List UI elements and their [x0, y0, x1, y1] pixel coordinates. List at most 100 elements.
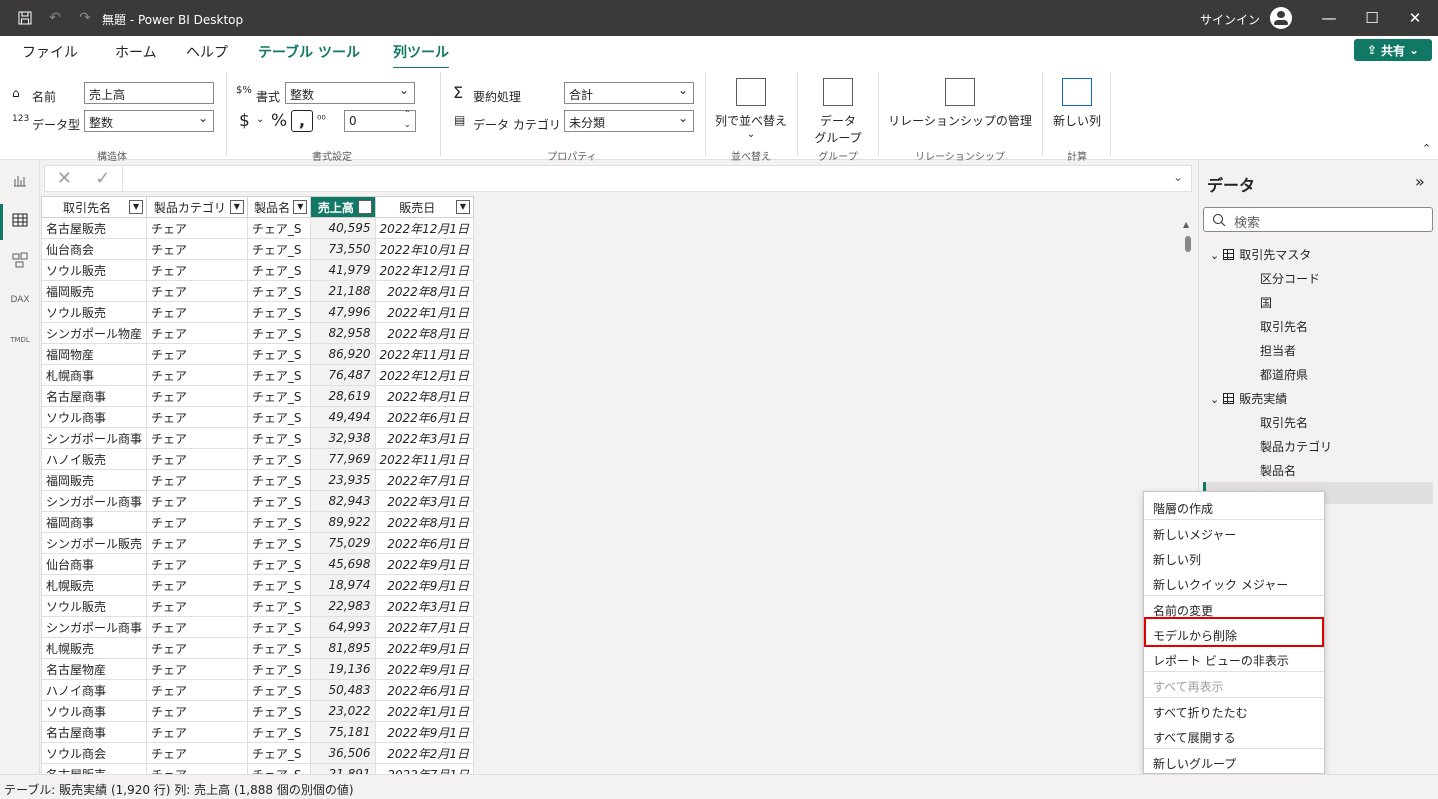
- table-cell[interactable]: 73,550: [310, 238, 376, 260]
- table-cell[interactable]: 28,619: [310, 385, 376, 407]
- table-cell[interactable]: 89,922: [310, 511, 376, 533]
- column-header[interactable]: 製品カテゴリ ▼: [146, 196, 248, 218]
- table-cell[interactable]: 2022年3月1日: [374, 595, 474, 617]
- table-cell[interactable]: チェア: [146, 700, 248, 722]
- table-cell[interactable]: 2022年8月1日: [374, 322, 474, 344]
- table-node[interactable]: ⌄ 販売実績: [1210, 390, 1287, 407]
- table-cell[interactable]: 45,698: [310, 553, 376, 575]
- table-cell[interactable]: チェア_S: [246, 385, 312, 407]
- table-cell[interactable]: ソウル商会: [41, 742, 148, 764]
- table-cell[interactable]: チェア_S: [246, 595, 312, 617]
- table-cell[interactable]: チェア_S: [246, 490, 312, 512]
- table-cell[interactable]: 2022年11月1日: [374, 343, 474, 365]
- table-cell[interactable]: チェア_S: [246, 238, 312, 260]
- table-cell[interactable]: 64,993: [310, 616, 376, 638]
- scroll-up-icon[interactable]: ▲: [1183, 220, 1189, 229]
- table-cell[interactable]: 仙台商会: [41, 238, 148, 260]
- column-filter-icon[interactable]: ▼: [357, 200, 372, 214]
- table-cell[interactable]: チェア: [146, 343, 248, 365]
- table-cell[interactable]: 仙台商事: [41, 553, 148, 575]
- field-item[interactable]: 都道府県: [1260, 366, 1308, 383]
- table-cell[interactable]: ハノイ販売: [41, 448, 148, 470]
- field-item[interactable]: 取引先名: [1260, 414, 1308, 431]
- manage-relationships-button[interactable]: リレーションシップの管理: [884, 78, 1036, 129]
- table-cell[interactable]: 名古屋商事: [41, 721, 148, 743]
- table-cell[interactable]: 2022年12月1日: [374, 364, 474, 386]
- context-menu-item[interactable]: すべて展開する: [1144, 723, 1324, 748]
- table-cell[interactable]: チェア: [146, 322, 248, 344]
- signin-link[interactable]: サインイン: [1200, 11, 1260, 28]
- table-cell[interactable]: 23,022: [310, 700, 376, 722]
- decimal-spinner-icon[interactable]: ⌃ ⌄: [404, 108, 411, 130]
- table-cell[interactable]: 50,483: [310, 679, 376, 701]
- table-cell[interactable]: 32,938: [310, 427, 376, 449]
- table-cell[interactable]: 2022年9月1日: [374, 721, 474, 743]
- tab-home[interactable]: ホーム: [115, 42, 157, 62]
- table-cell[interactable]: チェア_S: [246, 658, 312, 680]
- table-cell[interactable]: チェア_S: [246, 721, 312, 743]
- table-cell[interactable]: チェア_S: [246, 637, 312, 659]
- column-filter-icon[interactable]: ▼: [456, 200, 470, 214]
- table-cell[interactable]: チェア: [146, 364, 248, 386]
- table-cell[interactable]: 札幌販売: [41, 574, 148, 596]
- table-cell[interactable]: 22,983: [310, 595, 376, 617]
- name-input[interactable]: 売上高: [84, 82, 214, 104]
- search-input[interactable]: 検索: [1203, 207, 1433, 232]
- field-item[interactable]: 区分コード: [1260, 270, 1320, 287]
- table-cell[interactable]: 47,996: [310, 301, 376, 323]
- category-select[interactable]: 未分類: [564, 110, 694, 132]
- comma-style-button[interactable]: ,: [291, 110, 313, 132]
- table-cell[interactable]: 2022年11月1日: [374, 448, 474, 470]
- table-cell[interactable]: 19,136: [310, 658, 376, 680]
- formula-bar[interactable]: ✕ ✓ ⌄: [44, 165, 1192, 192]
- tab-table-tools[interactable]: テーブル ツール: [258, 42, 360, 62]
- table-cell[interactable]: チェア_S: [246, 280, 312, 302]
- field-item[interactable]: 製品カテゴリ: [1260, 438, 1332, 455]
- table-cell[interactable]: 23,935: [310, 469, 376, 491]
- table-cell[interactable]: 75,181: [310, 721, 376, 743]
- table-cell[interactable]: 36,506: [310, 742, 376, 764]
- table-cell[interactable]: チェア_S: [246, 679, 312, 701]
- table-cell[interactable]: チェア: [146, 406, 248, 428]
- table-cell[interactable]: チェア_S: [246, 448, 312, 470]
- table-cell[interactable]: チェア: [146, 469, 248, 491]
- table-cell[interactable]: 2022年9月1日: [374, 574, 474, 596]
- table-cell[interactable]: 82,943: [310, 490, 376, 512]
- table-cell[interactable]: 2022年3月1日: [374, 490, 474, 512]
- currency-button[interactable]: $: [239, 111, 250, 131]
- column-header[interactable]: 製品名 ▼: [246, 196, 312, 218]
- user-avatar-icon[interactable]: [1270, 7, 1292, 29]
- table-cell[interactable]: チェア_S: [246, 742, 312, 764]
- field-item[interactable]: 取引先名: [1260, 318, 1308, 335]
- table-cell[interactable]: 2022年6月1日: [374, 406, 474, 428]
- cancel-formula-icon[interactable]: ✕: [57, 168, 72, 189]
- table-cell[interactable]: 2022年12月1日: [374, 259, 474, 281]
- column-filter-icon[interactable]: ▼: [229, 200, 244, 214]
- table-cell[interactable]: チェア_S: [246, 469, 312, 491]
- table-cell[interactable]: 札幌販売: [41, 637, 148, 659]
- table-cell[interactable]: 18,974: [310, 574, 376, 596]
- dax-query-view-icon[interactable]: DAX: [10, 290, 30, 310]
- table-cell[interactable]: チェア_S: [246, 511, 312, 533]
- table-cell[interactable]: 2022年1月1日: [374, 700, 474, 722]
- table-cell[interactable]: チェア: [146, 301, 248, 323]
- table-cell[interactable]: チェア_S: [246, 574, 312, 596]
- table-cell[interactable]: チェア: [146, 637, 248, 659]
- column-header[interactable]: 売上高 ▼: [310, 196, 376, 218]
- table-cell[interactable]: チェア: [146, 763, 248, 774]
- table-cell[interactable]: チェア_S: [246, 427, 312, 449]
- table-cell[interactable]: 名古屋販売: [41, 217, 148, 239]
- decimal-places-icon[interactable]: ⁰⁰: [317, 113, 326, 126]
- table-cell[interactable]: チェア: [146, 280, 248, 302]
- table-cell[interactable]: 2022年12月1日: [374, 217, 474, 239]
- table-cell[interactable]: 福岡物産: [41, 343, 148, 365]
- chevron-down-icon[interactable]: ⌄: [1210, 249, 1219, 262]
- context-menu-item[interactable]: 新しいグループ: [1144, 749, 1324, 774]
- tab-help[interactable]: ヘルプ: [186, 42, 228, 62]
- maximize-button[interactable]: ☐: [1357, 6, 1387, 30]
- table-cell[interactable]: 名古屋販売: [41, 763, 148, 774]
- currency-chevron-icon[interactable]: ⌄: [256, 114, 264, 125]
- table-cell[interactable]: 81,895: [310, 637, 376, 659]
- context-menu-item[interactable]: 新しい列: [1144, 545, 1324, 570]
- table-cell[interactable]: 名古屋商事: [41, 385, 148, 407]
